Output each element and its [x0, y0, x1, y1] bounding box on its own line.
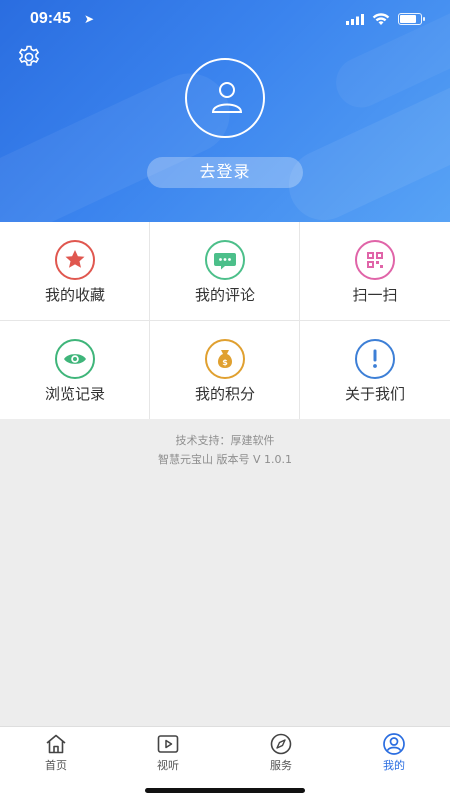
- svg-text:$: $: [222, 358, 228, 367]
- status-bar: 09:45 ➤: [0, 0, 450, 40]
- home-icon: [46, 734, 66, 754]
- wifi-icon: [372, 13, 390, 25]
- tab-label: 首页: [45, 759, 67, 772]
- comment-icon: [205, 240, 245, 280]
- menu-item-comments[interactable]: 我的评论: [150, 222, 300, 320]
- menu-item-about[interactable]: 关于我们: [300, 321, 450, 419]
- money-bag-icon: $: [205, 339, 245, 379]
- user-icon: [383, 733, 405, 755]
- tab-mine[interactable]: 我的: [338, 727, 450, 777]
- menu-item-label: 关于我们: [344, 385, 405, 403]
- menu-item-label: 我的收藏: [44, 286, 105, 304]
- version-text: 智慧元宝山 版本号 V 1.0.1: [157, 453, 292, 466]
- settings-gear-icon[interactable]: [16, 44, 42, 70]
- user-avatar-icon: [211, 82, 243, 113]
- eye-icon: [55, 339, 95, 379]
- tab-services[interactable]: 服务: [225, 727, 337, 777]
- menu-item-history[interactable]: 浏览记录: [0, 321, 150, 419]
- tab-home[interactable]: 首页: [0, 727, 112, 777]
- tech-support-text: 技术支持：厚建软件: [175, 434, 275, 447]
- avatar[interactable]: [185, 58, 265, 138]
- menu-item-scan[interactable]: 扫一扫: [300, 222, 450, 320]
- tab-label: 视听: [157, 759, 179, 772]
- menu-item-points[interactable]: $ 我的积分: [150, 321, 300, 419]
- status-time: 09:45: [30, 10, 71, 27]
- menu-grid: 我的收藏 我的评论 扫一扫 浏览记录 $ 我的积分 关于我们: [0, 222, 450, 419]
- battery-icon: [398, 13, 425, 25]
- login-button[interactable]: 去登录: [147, 157, 303, 188]
- tab-label: 服务: [270, 759, 292, 772]
- menu-item-favorites[interactable]: 我的收藏: [0, 222, 150, 320]
- tab-label: 我的: [383, 759, 405, 772]
- home-indicator: [145, 788, 305, 793]
- qrcode-icon: [355, 240, 395, 280]
- compass-icon: [270, 733, 292, 755]
- menu-item-label: 扫一扫: [352, 286, 398, 304]
- video-icon: [157, 735, 179, 753]
- menu-item-label: 浏览记录: [44, 385, 105, 403]
- star-icon: [55, 240, 95, 280]
- tab-media[interactable]: 视听: [112, 727, 224, 777]
- menu-item-label: 我的评论: [194, 286, 255, 304]
- profile-header: 09:45 ➤ 去登录: [0, 0, 450, 222]
- location-arrow-icon: ➤: [84, 12, 95, 26]
- cellular-signal-icon: [346, 14, 364, 25]
- menu-item-label: 我的积分: [194, 385, 255, 403]
- info-icon: [355, 339, 395, 379]
